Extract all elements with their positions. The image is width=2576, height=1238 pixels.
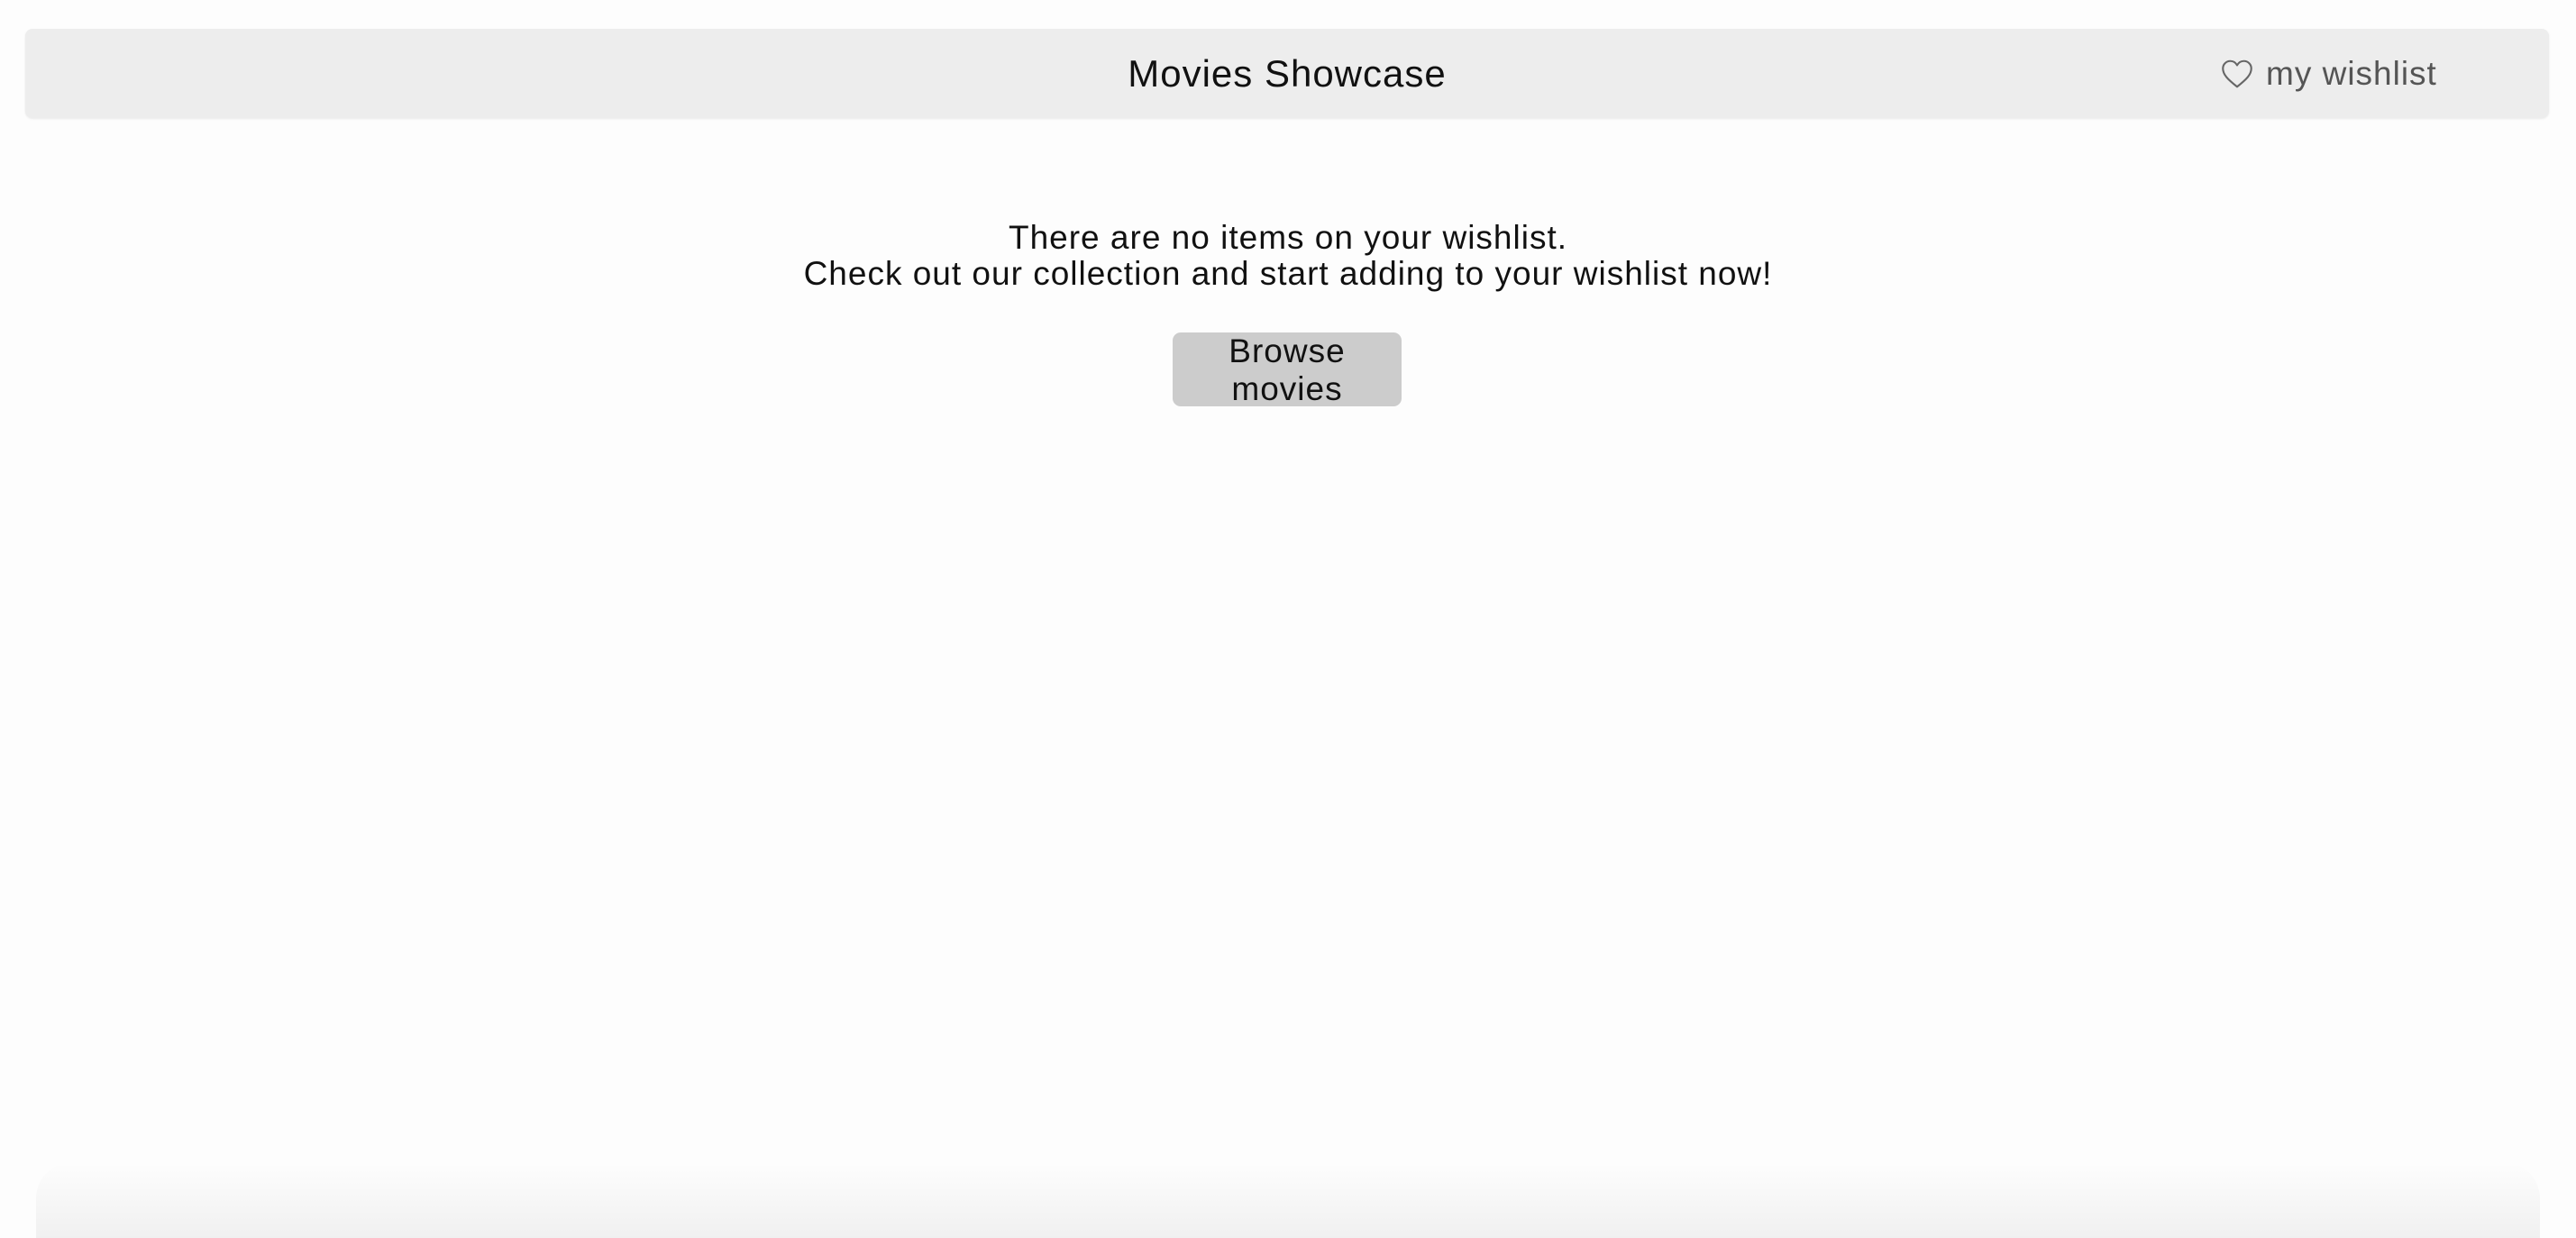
- empty-wishlist-message: There are no items on your wishlist. Che…: [0, 220, 2576, 292]
- empty-message-line-2: Check out our collection and start addin…: [803, 255, 1773, 292]
- empty-message-line-1: There are no items on your wishlist.: [1008, 219, 1567, 256]
- heart-icon: [2221, 59, 2253, 89]
- browse-movies-button[interactable]: Browse movies: [1173, 332, 1402, 407]
- bottom-shadow: [36, 1162, 2540, 1238]
- my-wishlist-link[interactable]: my wishlist: [2221, 29, 2437, 118]
- wishlist-label: my wishlist: [2266, 54, 2437, 92]
- site-title[interactable]: Movies Showcase: [25, 29, 2549, 118]
- top-nav-bar: Movies Showcase my wishlist: [25, 29, 2549, 118]
